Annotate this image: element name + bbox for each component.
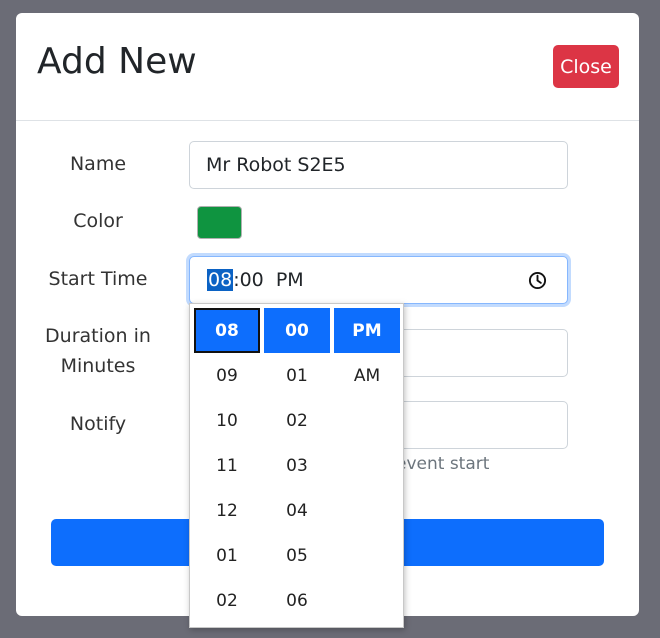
period-option[interactable]: AM — [334, 353, 400, 398]
minute-column: 00 01 02 03 04 05 06 — [264, 308, 330, 623]
color-label: Color — [73, 210, 123, 232]
hour-column: 08 09 10 11 12 01 02 — [194, 308, 260, 623]
start-time-rest: :00 PM — [233, 269, 304, 291]
start-time-input[interactable]: 08 :00 PM — [189, 256, 568, 304]
hour-option[interactable]: 02 — [194, 578, 260, 623]
minute-option[interactable]: 01 — [264, 353, 330, 398]
notify-label: Notify — [69, 413, 127, 435]
notify-helper-text: event start — [396, 454, 490, 474]
color-picker[interactable] — [197, 206, 242, 239]
minute-option[interactable]: 02 — [264, 398, 330, 443]
minute-option[interactable]: 03 — [264, 443, 330, 488]
minute-option[interactable]: 05 — [264, 533, 330, 578]
start-time-hours-segment[interactable]: 08 — [207, 269, 234, 291]
hour-option[interactable]: 11 — [194, 443, 260, 488]
close-button[interactable]: Close — [553, 45, 619, 88]
modal-header: Add New Close — [16, 13, 639, 121]
hour-option[interactable]: 01 — [194, 533, 260, 578]
name-label: Name — [69, 153, 127, 175]
hour-option[interactable]: 09 — [194, 353, 260, 398]
duration-label-line1: Duration in — [45, 325, 151, 347]
minute-option[interactable]: 06 — [264, 578, 330, 623]
period-column: PM AM — [334, 308, 400, 398]
modal-title: Add New — [37, 41, 197, 82]
minute-option[interactable]: 00 — [264, 308, 330, 353]
hour-option[interactable]: 12 — [194, 488, 260, 533]
name-input[interactable]: Mr Robot S2E5 — [189, 141, 568, 189]
time-picker-dropdown: 08 09 10 11 12 01 02 00 01 02 03 04 05 0… — [189, 303, 404, 628]
clock-icon[interactable] — [528, 271, 547, 290]
start-time-label: Start Time — [48, 268, 148, 290]
duration-label-line2: Minutes — [60, 355, 136, 377]
minute-option[interactable]: 04 — [264, 488, 330, 533]
hour-option[interactable]: 08 — [194, 308, 260, 353]
hour-option[interactable]: 10 — [194, 398, 260, 443]
period-option[interactable]: PM — [334, 308, 400, 353]
duration-label: Duration in Minutes — [23, 321, 173, 381]
name-input-value: Mr Robot S2E5 — [206, 154, 346, 176]
